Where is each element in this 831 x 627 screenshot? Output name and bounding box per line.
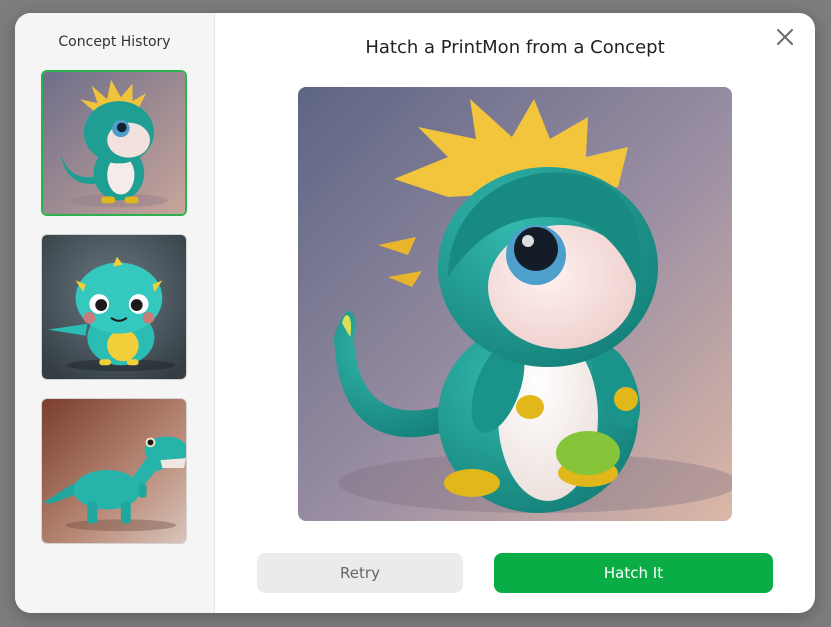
hatch-modal: Concept History Hatch a PrintMon from a … — [15, 13, 815, 613]
concept-thumbnail-1[interactable] — [41, 70, 187, 216]
concept-image-1 — [43, 72, 185, 214]
concept-thumbnail-2[interactable] — [41, 234, 187, 380]
close-icon[interactable] — [772, 24, 798, 50]
concept-history-sidebar: Concept History — [15, 13, 215, 613]
concept-thumbnail-3[interactable] — [41, 398, 187, 544]
retry-button[interactable]: Retry — [257, 553, 463, 593]
hatch-it-button[interactable]: Hatch It — [494, 553, 773, 593]
concept-image-2 — [42, 235, 186, 379]
page-title: Hatch a PrintMon from a Concept — [365, 37, 665, 58]
main-panel: Hatch a PrintMon from a Concept Retry Ha… — [215, 13, 815, 613]
sidebar-title: Concept History — [58, 34, 171, 50]
concept-preview-image — [298, 87, 732, 521]
concept-image-3 — [42, 399, 186, 543]
